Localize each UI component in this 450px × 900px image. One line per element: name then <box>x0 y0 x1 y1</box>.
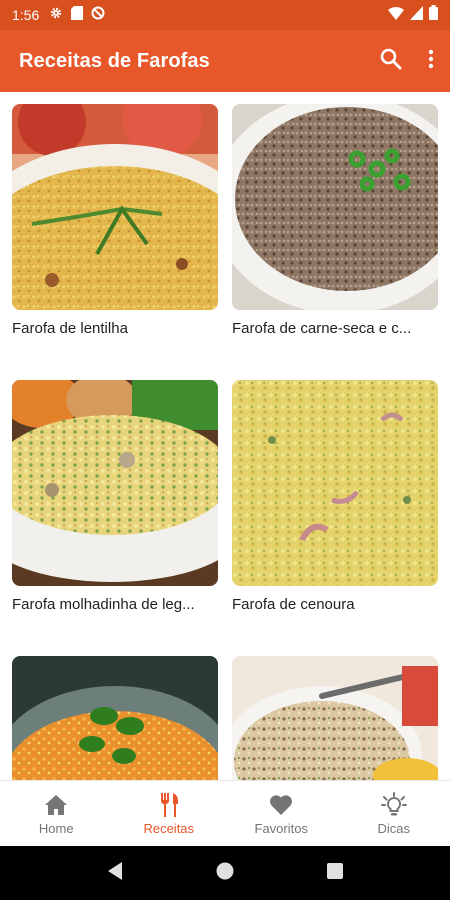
fork-knife-icon <box>159 791 179 819</box>
recipe-card[interactable] <box>12 656 218 780</box>
nav-label: Receitas <box>143 821 195 836</box>
recipe-image <box>12 656 218 780</box>
recipe-card[interactable]: Farofa de lentilha <box>12 104 218 337</box>
status-bar: 1:56 <box>0 0 450 30</box>
recipe-card[interactable]: Farofa de carne-seca e c... <box>232 104 438 337</box>
signal-icon <box>410 5 423 25</box>
recipe-title: Farofa de carne-seca e c... <box>232 320 412 337</box>
nav-item-home[interactable]: Home <box>0 781 113 846</box>
recipe-image <box>232 104 438 310</box>
gear-icon <box>49 6 63 25</box>
recipe-title: Farofa molhadinha de leg... <box>12 596 195 613</box>
nav-label: Favoritos <box>254 821 308 836</box>
recipe-image <box>12 380 218 586</box>
app-bar: Receitas de Farofas <box>0 30 450 92</box>
recipe-title: Farofa de cenoura <box>232 596 355 613</box>
recipe-image <box>12 104 218 310</box>
nav-item-dicas[interactable]: Dicas <box>338 781 450 846</box>
sd-card-icon <box>71 5 84 25</box>
home-circle-icon[interactable] <box>215 861 235 886</box>
recipe-title: Farofa de lentilha <box>12 320 128 337</box>
search-icon[interactable] <box>380 48 402 75</box>
lightbulb-icon <box>380 791 407 819</box>
status-time: 1:56 <box>12 7 40 23</box>
nav-label: Dicas <box>377 821 410 836</box>
recipe-card[interactable]: Farofa molhadinha de leg... <box>12 380 218 613</box>
recents-icon[interactable] <box>326 862 344 885</box>
nav-item-receitas[interactable]: Receitas <box>113 781 226 846</box>
wifi-icon <box>388 6 404 25</box>
page-title: Receitas de Farofas <box>19 49 210 72</box>
recipe-grid: Farofa de lentilha Farofa de carne-seca … <box>0 92 450 780</box>
no-sync-icon <box>91 6 105 25</box>
recipe-image <box>232 380 438 586</box>
recipe-card[interactable]: Farofa de cenoura <box>232 380 438 613</box>
heart-icon <box>269 791 293 819</box>
system-navigation-bar <box>0 846 450 900</box>
more-options-icon[interactable] <box>428 49 434 74</box>
nav-label: Home <box>38 821 74 836</box>
back-icon[interactable] <box>106 861 124 886</box>
nav-item-favoritos[interactable]: Favoritos <box>225 781 338 846</box>
battery-icon <box>429 5 438 25</box>
recipe-image <box>232 656 438 780</box>
bottom-navigation: Home Receitas Favoritos Dicas <box>0 780 450 846</box>
recipe-card[interactable] <box>232 656 438 780</box>
home-icon <box>44 791 68 819</box>
